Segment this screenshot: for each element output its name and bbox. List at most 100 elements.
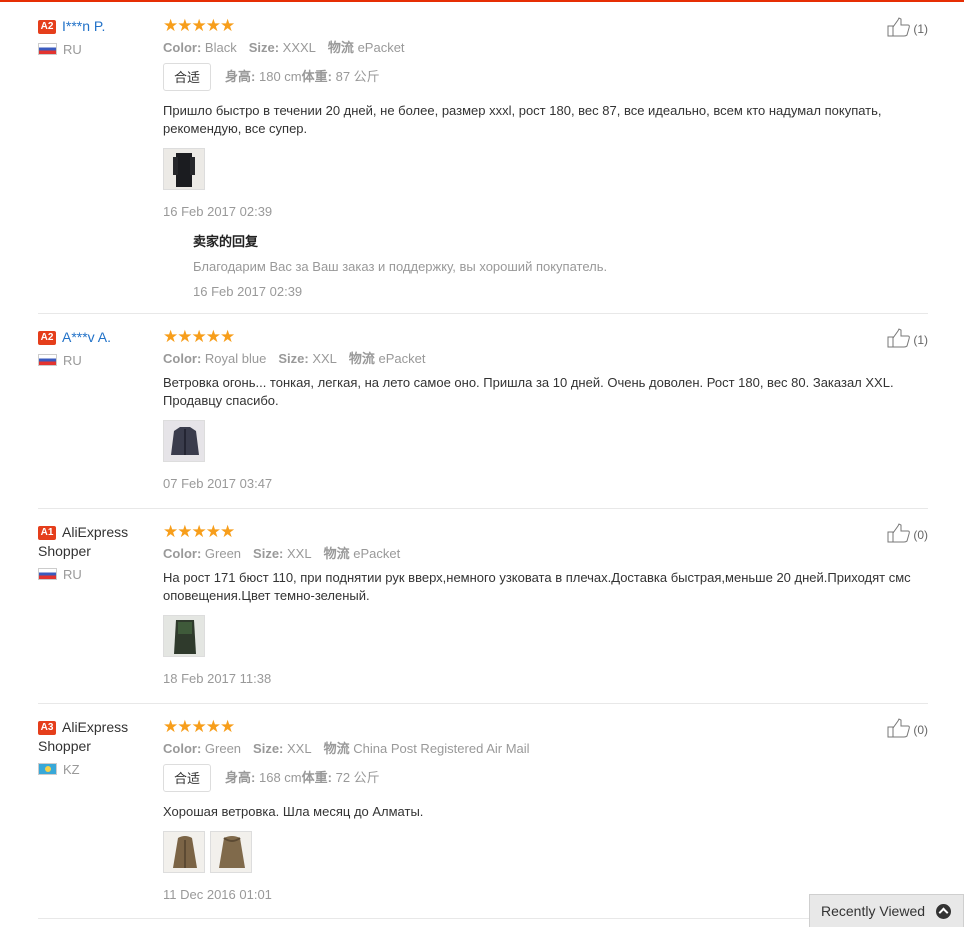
order-attributes: Color: Black Size: XXXL 物流 ePacket bbox=[163, 39, 928, 57]
review-photo-thumbnail[interactable] bbox=[163, 615, 205, 657]
size-value: XXL bbox=[287, 546, 312, 561]
size-label: Size: bbox=[278, 351, 309, 366]
helpful-button[interactable]: (1) bbox=[887, 17, 928, 38]
height-value: 168 cm bbox=[258, 770, 302, 785]
review-photo-thumbnail[interactable] bbox=[163, 148, 205, 190]
helpful-button[interactable]: (1) bbox=[887, 328, 928, 349]
weight-label: 体重: bbox=[301, 770, 332, 785]
order-attributes: Color: Green Size: XXL 物流 China Post Regis… bbox=[163, 740, 928, 758]
color-label: Color: bbox=[163, 40, 202, 55]
height-label: 身高: bbox=[225, 69, 256, 84]
russia-flag-icon bbox=[38, 43, 57, 55]
seller-reply-text: Благодарим Вас за Ваш заказ и поддержку,… bbox=[193, 259, 608, 274]
review-photo-thumbnail[interactable] bbox=[210, 831, 252, 873]
color-label: Color: bbox=[163, 741, 202, 756]
size-value: XXL bbox=[312, 351, 337, 366]
seller-reply-date: 16 Feb 2017 02:39 bbox=[193, 284, 303, 299]
recently-viewed-tab[interactable]: Recently Viewed bbox=[809, 894, 964, 927]
shipping-label: 物流 bbox=[327, 40, 354, 55]
star-rating: ★★★★★ bbox=[163, 717, 235, 736]
review-text: Пришло быстро в течении 20 дней, не боле… bbox=[163, 103, 882, 136]
review-item: A3 AliExpress Shopper KZ ★★★★★ Color: Gre… bbox=[38, 718, 928, 919]
buyer-info: A2 I***n P. RU bbox=[38, 17, 156, 58]
weight-label: 体重: bbox=[301, 69, 332, 84]
buyer-level-badge: A2 bbox=[38, 331, 56, 345]
seller-reply-title: 卖家的回复 bbox=[193, 234, 259, 249]
buyer-country: RU bbox=[38, 353, 156, 369]
buyer-info: A3 AliExpress Shopper KZ bbox=[38, 718, 156, 778]
shipping-label: 物流 bbox=[323, 546, 350, 561]
review-body: ★★★★★ Color: Green Size: XXL 物流 ePacket На… bbox=[163, 523, 928, 687]
review-item: A2 I***n P. RU ★★★★★ Color: Black Size: XX… bbox=[38, 17, 928, 314]
fit-info: 合适 身高: 168 cm体重: 72 公斤 bbox=[163, 764, 928, 792]
review-photos bbox=[163, 148, 928, 190]
fit-tag: 合适 bbox=[163, 764, 212, 792]
buyer-level-badge: A3 bbox=[38, 721, 56, 735]
thumbs-up-icon bbox=[887, 523, 911, 543]
size-label: Size: bbox=[248, 40, 280, 55]
fit-info: 合适 身高: 180 cm体重: 87 公斤 bbox=[163, 63, 928, 91]
thumbs-up-icon bbox=[887, 328, 911, 348]
shipping-value: ePacket bbox=[378, 351, 426, 366]
height-value: 180 cm bbox=[258, 69, 302, 84]
review-text: Хорошая ветровка. Шла месяц до Алматы. bbox=[163, 804, 424, 819]
review-date: 16 Feb 2017 02:39 bbox=[163, 204, 273, 219]
weight-value: 87 公斤 bbox=[335, 69, 380, 84]
order-attributes: Color: Green Size: XXL 物流 ePacket bbox=[163, 545, 928, 563]
helpful-count: (1) bbox=[913, 22, 928, 36]
review-body: ★★★★★ Color: Royal blue Size: XXL 物流 ePack… bbox=[163, 328, 928, 492]
color-label: Color: bbox=[163, 546, 202, 561]
review-text: На рост 171 бюст 110, при поднятии рук в… bbox=[163, 570, 911, 603]
weight-value: 72 公斤 bbox=[335, 770, 380, 785]
recently-viewed-label: Recently Viewed bbox=[821, 903, 926, 919]
kazakhstan-flag-icon bbox=[38, 763, 57, 775]
size-value: XXXL bbox=[282, 40, 316, 55]
country-code: RU bbox=[63, 353, 82, 368]
thumbs-up-icon bbox=[887, 718, 911, 738]
review-date: 18 Feb 2017 11:38 bbox=[163, 671, 272, 686]
buyer-level-badge: A2 bbox=[38, 20, 56, 34]
review-item: A1 AliExpress Shopper RU ★★★★★ Color: Gre… bbox=[38, 523, 928, 704]
star-rating: ★★★★★ bbox=[163, 327, 235, 346]
review-item: A2 A***v A. RU ★★★★★ Color: Royal blue Siz… bbox=[38, 328, 928, 509]
review-photos bbox=[163, 831, 928, 873]
star-rating: ★★★★★ bbox=[163, 16, 235, 35]
seller-reply: 卖家的回复 Благодарим Вас за Ваш заказ и подд… bbox=[193, 234, 928, 300]
helpful-count: (0) bbox=[913, 723, 928, 737]
color-label: Color: bbox=[163, 351, 202, 366]
buyer-name-link[interactable]: A***v A. bbox=[62, 329, 111, 345]
review-date: 07 Feb 2017 03:47 bbox=[163, 476, 273, 491]
color-value: Green bbox=[204, 741, 242, 756]
review-photos bbox=[163, 420, 928, 462]
shipping-value: China Post Registered Air Mail bbox=[353, 741, 530, 756]
color-value: Green bbox=[204, 546, 242, 561]
review-photos bbox=[163, 615, 928, 657]
russia-flag-icon bbox=[38, 354, 57, 366]
helpful-button[interactable]: (0) bbox=[887, 523, 928, 544]
review-body: ★★★★★ Color: Black Size: XXXL 物流 ePacket 合… bbox=[163, 17, 928, 300]
country-code: RU bbox=[63, 567, 82, 582]
buyer-info: A1 AliExpress Shopper RU bbox=[38, 523, 156, 583]
order-attributes: Color: Royal blue Size: XXL 物流 ePacket bbox=[163, 350, 928, 368]
review-photo-thumbnail[interactable] bbox=[163, 831, 205, 873]
helpful-button[interactable]: (0) bbox=[887, 718, 928, 739]
thumbs-up-icon bbox=[887, 17, 911, 37]
fit-tag: 合适 bbox=[163, 63, 212, 91]
review-body: ★★★★★ Color: Green Size: XXL 物流 China Post… bbox=[163, 718, 928, 903]
buyer-level-badge: A1 bbox=[38, 526, 56, 540]
country-code: KZ bbox=[63, 762, 80, 777]
size-value: XXL bbox=[287, 741, 312, 756]
size-label: Size: bbox=[253, 741, 284, 756]
buyer-info: A2 A***v A. RU bbox=[38, 328, 156, 369]
shipping-label: 物流 bbox=[323, 741, 350, 756]
star-rating: ★★★★★ bbox=[163, 522, 235, 541]
buyer-country: RU bbox=[38, 42, 156, 58]
buyer-name-link[interactable]: I***n P. bbox=[62, 18, 105, 34]
review-photo-thumbnail[interactable] bbox=[163, 420, 205, 462]
helpful-count: (1) bbox=[913, 333, 928, 347]
color-value: Black bbox=[204, 40, 237, 55]
country-code: RU bbox=[63, 42, 82, 57]
top-accent-bar bbox=[0, 0, 964, 2]
helpful-count: (0) bbox=[913, 528, 928, 542]
chevron-up-icon bbox=[936, 904, 951, 919]
